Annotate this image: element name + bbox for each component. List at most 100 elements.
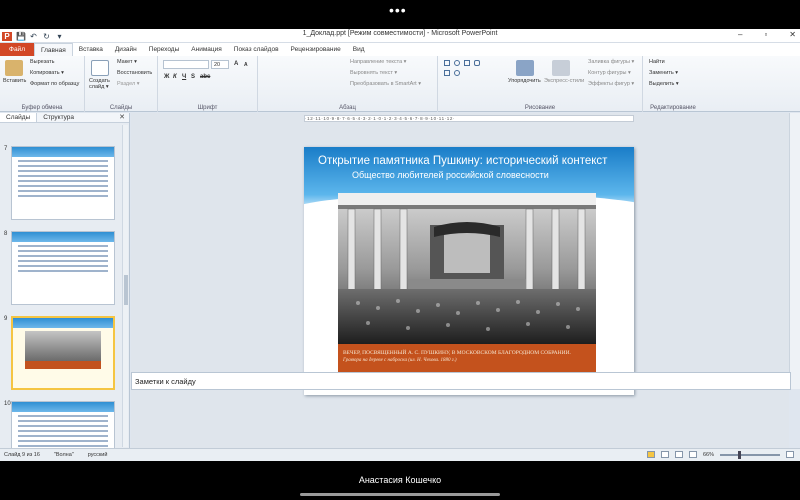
rectangle-shape-icon[interactable]	[444, 60, 450, 66]
arrow-shape-icon[interactable]	[444, 70, 450, 76]
tab-view[interactable]: Вид	[347, 43, 371, 56]
caption-line-1: ВЕЧЕР, ПОСВЯЩЕННЫЙ А. С. ПУШКИНУ, В МОСК…	[343, 350, 571, 356]
line-shape-icon[interactable]	[464, 60, 470, 66]
tab-outline[interactable]: Структура	[37, 113, 80, 122]
font-size-select[interactable]: 20	[211, 60, 229, 69]
quick-styles-icon[interactable]	[552, 60, 570, 76]
group-label: Буфер обмена	[21, 105, 63, 111]
home-indicator[interactable]	[300, 493, 500, 496]
slide-thumbnail-selected[interactable]: 9	[0, 314, 124, 392]
slideshow-icon[interactable]	[688, 451, 697, 458]
tab-file[interactable]: Файл	[0, 43, 34, 56]
paste-button[interactable]: Вставить	[3, 78, 26, 84]
panel-tabs: Слайды Структура ✕	[0, 113, 129, 123]
fit-to-window-icon[interactable]	[786, 451, 794, 458]
slide-title[interactable]: Открытие памятника Пушкину: исторический…	[318, 155, 607, 167]
group-font: 20 A A Ж К Ч S abc Шрифт	[158, 56, 258, 112]
align-text-button[interactable]: Выровнять текст ▾	[350, 70, 397, 76]
slide-sorter-icon[interactable]	[660, 451, 669, 458]
group-label: Абзац	[339, 105, 356, 111]
slide-number: 10	[4, 401, 11, 407]
tab-design[interactable]: Дизайн	[109, 43, 143, 56]
strikethrough-button[interactable]: abc	[200, 74, 210, 80]
reset-button[interactable]: Восстановить	[117, 70, 152, 76]
device-top-bar: •••	[0, 0, 800, 29]
normal-view-icon[interactable]	[646, 451, 655, 458]
circle-shape-icon[interactable]	[454, 70, 460, 76]
tab-transitions[interactable]: Переходы	[143, 43, 186, 56]
underline-button[interactable]: Ч	[182, 74, 186, 80]
tab-slides[interactable]: Слайды	[0, 113, 38, 122]
text-direction-button[interactable]: Направление текста ▾	[350, 59, 406, 65]
slide-thumbnail[interactable]: 7	[0, 144, 124, 222]
cut-button[interactable]: Вырезать	[30, 59, 54, 65]
zoom-slider[interactable]	[720, 450, 780, 459]
group-slides: Создать слайд ▾ Макет ▾ Восстановить Раз…	[85, 56, 158, 112]
rounded-rect-shape-icon[interactable]	[474, 60, 480, 66]
group-label: Редактирование	[650, 105, 696, 111]
select-button[interactable]: Выделить ▾	[649, 81, 679, 87]
tab-slideshow[interactable]: Показ слайдов	[228, 43, 285, 56]
bold-button[interactable]: Ж	[164, 74, 169, 80]
thumbnail-image	[11, 231, 115, 305]
device-bottom-bar: Анастасия Кошечко	[0, 461, 800, 500]
close-panel-icon[interactable]: ✕	[119, 113, 125, 121]
title-bar: P 💾 ↶ ↻ ▾ 1_Доклад.ppt [Режим совместимо…	[0, 29, 800, 43]
group-label: Рисование	[524, 105, 556, 111]
status-bar: Слайд 9 из 16 "Волна" русский 66%	[0, 448, 800, 461]
reading-view-icon[interactable]	[674, 451, 683, 458]
smartart-button[interactable]: Преобразовать в SmartArt ▾	[350, 81, 421, 87]
thumbnail-image	[11, 146, 115, 220]
notes-pane[interactable]: Заметки к слайду	[131, 372, 791, 390]
maximize-icon[interactable]: ▫	[764, 30, 767, 39]
tab-review[interactable]: Рецензирование	[285, 43, 347, 56]
ribbon-tabs: Файл Главная Вставка Дизайн Переходы Ани…	[0, 43, 800, 56]
window-title: 1_Доклад.ppt [Режим совместимости] - Mic…	[302, 30, 498, 37]
close-icon[interactable]: ✕	[789, 30, 796, 39]
tab-home[interactable]: Главная	[33, 43, 73, 56]
group-label: Слайды	[109, 105, 133, 111]
new-slide-button[interactable]: Создать слайд ▾	[89, 78, 113, 90]
format-painter-button[interactable]: Формат по образцу	[30, 81, 79, 87]
slide-number: 7	[4, 146, 8, 152]
slide-number: 8	[4, 231, 8, 237]
oval-shape-icon[interactable]	[454, 60, 460, 66]
caption-line-2: Гравюра на дереве с наброска (ил. Н. Чех…	[343, 358, 457, 363]
grow-font-button[interactable]: A	[234, 61, 238, 67]
tab-insert[interactable]: Вставка	[73, 43, 109, 56]
tab-animations[interactable]: Анимация	[185, 43, 228, 56]
arrange-icon[interactable]	[516, 60, 534, 76]
shadow-button[interactable]: S	[191, 74, 195, 80]
more-dots-icon[interactable]: •••	[389, 2, 407, 18]
find-button[interactable]: Найти	[649, 59, 665, 65]
paste-icon[interactable]	[5, 60, 23, 76]
group-label: Шрифт	[197, 105, 218, 111]
shape-outline-button[interactable]: Контур фигуры ▾	[588, 70, 631, 76]
copy-button[interactable]: Копировать ▾	[30, 70, 64, 76]
italic-button[interactable]: К	[173, 74, 177, 80]
arrange-button[interactable]: Упорядочить	[508, 78, 541, 84]
replace-button[interactable]: Заменить ▾	[649, 70, 678, 76]
shrink-font-button[interactable]: A	[244, 62, 248, 68]
slide-subtitle[interactable]: Общество любителей российской словесност…	[352, 170, 549, 180]
quick-styles-button[interactable]: Экспресс-стили	[544, 78, 584, 84]
group-editing: Найти Заменить ▾ Выделить ▾ Редактирован…	[643, 56, 800, 112]
zoom-level[interactable]: 66%	[703, 452, 714, 458]
new-slide-icon[interactable]	[91, 60, 109, 76]
shape-fill-button[interactable]: Заливка фигуры ▾	[588, 59, 634, 65]
slide-thumbnail[interactable]: 8	[0, 229, 124, 307]
ribbon: Вставить Вырезать Копировать ▾ Формат по…	[0, 56, 800, 112]
font-name-select[interactable]	[163, 60, 209, 69]
editor-scrollbar[interactable]	[789, 113, 800, 389]
powerpoint-window: P 💾 ↶ ↻ ▾ 1_Доклад.ppt [Режим совместимо…	[0, 29, 800, 461]
ruler: ·12·11·10·9·8·7·6·5·4·3·2·1·0·1·2·3·4·5·…	[304, 115, 634, 122]
group-drawing: Упорядочить Экспресс-стили Заливка фигур…	[438, 56, 643, 112]
current-slide[interactable]: Открытие памятника Пушкину: исторический…	[304, 147, 634, 395]
panel-scrollbar[interactable]	[122, 125, 128, 447]
language-indicator[interactable]: русский	[88, 452, 108, 458]
section-button[interactable]: Раздел ▾	[117, 81, 139, 87]
layout-button[interactable]: Макет ▾	[117, 59, 137, 65]
minimize-icon[interactable]: –	[738, 30, 742, 39]
shape-effects-button[interactable]: Эффекты фигур ▾	[588, 81, 634, 87]
slide-number: 9	[4, 316, 8, 322]
